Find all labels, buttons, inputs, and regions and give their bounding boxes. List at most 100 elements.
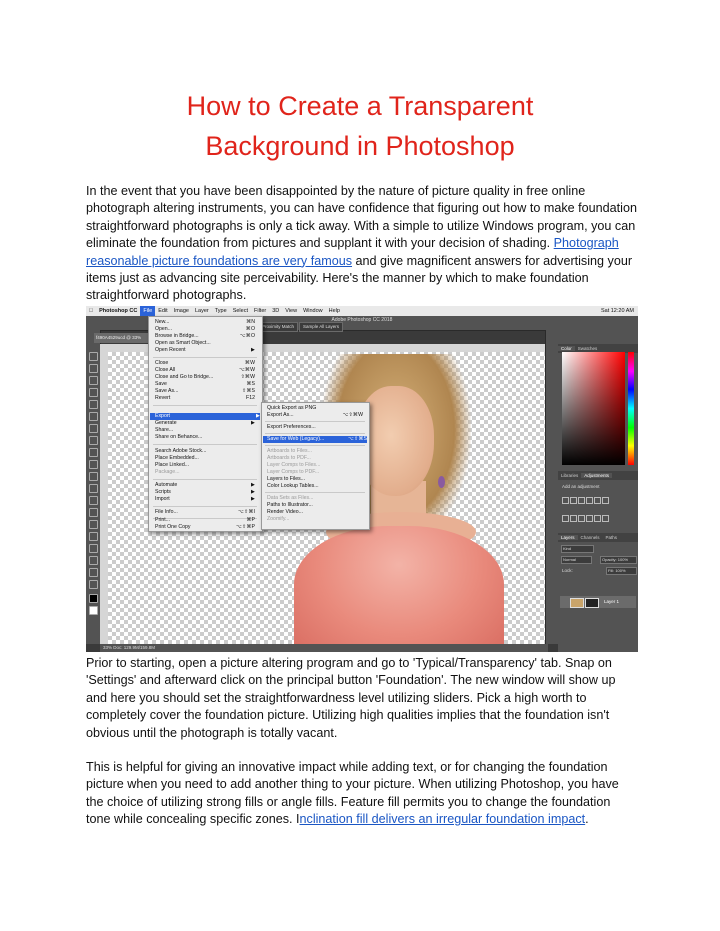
tab-swatches: Swatches xyxy=(577,346,598,351)
adjustments-panel-tabs: Libraries Adjustments xyxy=(558,471,638,480)
menu-label: Open... xyxy=(155,326,173,332)
submenu-arrow: ▶ xyxy=(251,496,255,502)
add-adjustment-label: Add an adjustment xyxy=(562,484,600,489)
menubar-view: View xyxy=(281,308,297,314)
menu-item-data-sets: Data Sets as Files... xyxy=(267,495,363,502)
menu-label: Artboards to PDF... xyxy=(267,455,311,461)
bw-icon xyxy=(570,515,577,522)
submenu-arrow: ▶ xyxy=(251,347,255,353)
submenu-arrow: ▶ xyxy=(251,489,255,495)
menu-label: New... xyxy=(155,319,170,325)
vertical-ruler xyxy=(100,352,108,644)
menu-shortcut: ⌥⇧⌘W xyxy=(342,412,363,418)
proximity-match-option: Proximity Match xyxy=(258,322,299,332)
stamp-tool-icon xyxy=(89,448,98,457)
menu-item-paths-illustrator: Paths to Illustrator... xyxy=(267,502,363,509)
menu-label: Print One Copy xyxy=(155,524,191,530)
curves-icon xyxy=(578,497,585,504)
menu-shortcut: ⌘O xyxy=(245,326,255,332)
menu-separator xyxy=(265,492,365,493)
menu-label: Save As... xyxy=(155,388,179,394)
menu-label: Automate xyxy=(155,482,178,488)
menu-label: Close and Go to Bridge... xyxy=(155,374,214,380)
layer-name: Layer 1 xyxy=(604,599,620,604)
mac-menubar:  Photoshop CC File Edit Image Layer Typ… xyxy=(86,306,638,316)
gradient-tool-icon xyxy=(89,484,98,493)
pen-tool-icon xyxy=(89,520,98,529)
menu-item-artboards-files: Artboards to Files... xyxy=(267,448,363,455)
menubar-window: Window xyxy=(298,308,323,314)
collapsed-panels-strip xyxy=(545,330,559,644)
color-picker-field xyxy=(562,352,625,465)
page-title: How to Create a Transparent Background i… xyxy=(0,86,720,166)
menubar-help: Help xyxy=(324,308,340,314)
menu-shortcut: ⌥⇧⌘I xyxy=(238,509,255,515)
move-tool-icon xyxy=(89,352,98,361)
hand-tool-icon xyxy=(89,568,98,577)
lasso-tool-icon xyxy=(89,376,98,385)
menu-label: Scripts xyxy=(155,489,171,495)
opacity-field: Opacity: 100% xyxy=(600,556,637,564)
menu-label: Place Embedded... xyxy=(155,455,199,461)
menu-separator xyxy=(153,479,257,480)
invert-icon xyxy=(602,515,609,522)
menubar-clock: Sat 12:20 AM xyxy=(600,308,634,314)
dodge-tool-icon xyxy=(89,508,98,517)
menu-label: Save for Web (Legacy)... xyxy=(267,436,325,442)
title-line-1: How to Create a Transparent xyxy=(186,91,534,121)
menu-label: Import xyxy=(155,496,170,502)
menu-label: Package... xyxy=(155,469,180,475)
brightness-icon xyxy=(562,497,569,504)
menu-separator xyxy=(265,445,365,446)
menu-shortcut: ⌥⇧⌘P xyxy=(236,524,255,530)
path-selection-icon xyxy=(89,544,98,553)
menubar-edit: Edit xyxy=(154,308,167,314)
menubar-layer: Layer xyxy=(190,308,209,314)
menu-label: Close All xyxy=(155,367,176,373)
background-color-icon xyxy=(89,606,98,615)
menu-label: Generate xyxy=(155,420,177,426)
menu-item-render-video: Render Video... xyxy=(267,509,363,516)
menu-item-export-preferences: Export Preferences... xyxy=(267,424,363,431)
menu-shortcut: ⌘P xyxy=(246,517,255,523)
blur-tool-icon xyxy=(89,496,98,505)
paragraph-instructions: Prior to starting, open a picture alteri… xyxy=(86,656,616,740)
menu-item-color-lookup: Color Lookup Tables... xyxy=(267,483,363,490)
menu-separator xyxy=(153,357,257,358)
photo-pink-top xyxy=(294,526,504,652)
exposure-icon xyxy=(586,497,593,504)
menu-item-artboards-pdf: Artboards to PDF... xyxy=(267,455,363,462)
eyedropper-icon xyxy=(89,412,98,421)
menu-shortcut: ⌥⇧⌘S xyxy=(348,436,367,442)
menu-shortcut: ⌘W xyxy=(244,360,255,366)
menu-label: Zoomify... xyxy=(267,516,290,522)
file-menu: New... ⌘N Open... ⌘O Browse in Bridge... ⌥⌘… xyxy=(148,316,263,532)
layer-thumbnail xyxy=(570,598,584,608)
menu-shortcut: ⌥⌘O xyxy=(239,333,255,339)
vibrance-icon xyxy=(594,497,601,504)
menubar-image: Image xyxy=(169,308,189,314)
tab-channels: Channels xyxy=(580,535,600,540)
menu-label: Browse in Bridge... xyxy=(155,333,199,339)
menu-separator xyxy=(153,444,257,445)
menu-separator xyxy=(265,433,365,434)
menu-label: Place Linked... xyxy=(155,462,190,468)
menu-label: Layers to Files... xyxy=(267,476,306,482)
menu-item-file-info: File Info... ⌥⇧⌘I xyxy=(155,509,255,516)
menu-item-print-one-copy: Print One Copy ⌥⇧⌘P xyxy=(155,524,255,531)
menu-separator xyxy=(153,506,257,507)
menu-label: Layer Comps to Files... xyxy=(267,462,321,468)
sample-all-layers-option: Sample All Layers xyxy=(299,322,344,332)
menu-item-generate: Generate ▶ xyxy=(155,420,255,427)
brush-tool-icon xyxy=(89,436,98,445)
submenu-arrow: ▶ xyxy=(251,420,255,426)
eraser-tool-icon xyxy=(89,472,98,481)
link-gradient-fill[interactable]: nclination fill delivers an irregular fo… xyxy=(300,812,586,826)
menu-shortcut: ⌘S xyxy=(246,381,255,387)
menu-label: Quick Export as PNG xyxy=(267,405,317,411)
menu-label: Save xyxy=(155,381,167,387)
paragraph-fills-text-2: . xyxy=(585,812,589,827)
lookup-icon xyxy=(594,515,601,522)
document-page: How to Create a Transparent Background i… xyxy=(0,0,720,931)
crop-tool-icon xyxy=(89,400,98,409)
